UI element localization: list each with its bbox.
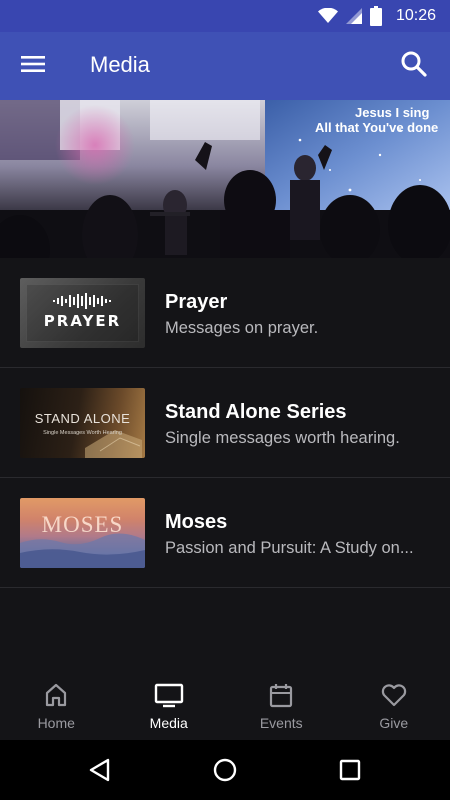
nav-label: Home	[37, 715, 75, 731]
item-title: Moses	[165, 511, 228, 533]
recents-button[interactable]	[334, 754, 366, 786]
back-button[interactable]	[84, 754, 116, 786]
heart-icon	[381, 684, 406, 707]
system-navigation-bar	[0, 740, 450, 800]
nav-label: Give	[379, 715, 409, 731]
back-icon	[89, 758, 110, 782]
menu-icon	[21, 56, 45, 72]
thumbnail-moses: MOSES	[20, 498, 145, 568]
menu-button[interactable]	[20, 54, 50, 80]
nav-label: Events	[259, 715, 303, 731]
thumbnail-sublabel: Single Messages Worth Hearing	[43, 430, 122, 436]
list-item-moses[interactable]: MOSES Moses Passion and Pursuit: A Study…	[0, 478, 450, 588]
status-bar: 10:26	[0, 0, 450, 32]
home-icon	[46, 683, 67, 707]
circle-home-icon	[213, 758, 237, 782]
thumbnail-stand-alone: STAND ALONE Single Messages Worth Hearin…	[20, 388, 145, 458]
screen-lyric-line2: All that You've done	[315, 120, 438, 135]
nav-label: Media	[149, 715, 188, 731]
bottom-navigation: Home Media Events Give	[0, 672, 450, 740]
thumbnail-label: STAND ALONE	[34, 411, 131, 426]
thumbnail-prayer: PRAYER	[20, 278, 145, 348]
nav-media[interactable]: Media	[113, 672, 226, 740]
calendar-icon	[270, 684, 293, 708]
signal-icon	[345, 8, 362, 24]
item-subtitle: Passion and Pursuit: A Study on...	[165, 539, 414, 557]
worship-photo: Jesus I sing All that You've done	[0, 100, 450, 258]
item-subtitle: Messages on prayer.	[165, 319, 319, 337]
hero-banner: Jesus I sing All that You've done	[0, 100, 450, 258]
nav-give[interactable]: Give	[338, 672, 450, 740]
wifi-icon	[317, 8, 338, 23]
recents-icon	[339, 759, 361, 781]
tv-icon	[154, 683, 183, 708]
item-subtitle: Single messages worth hearing.	[165, 429, 400, 447]
battery-icon	[369, 6, 382, 26]
list-item-prayer[interactable]: PRAYER Prayer Messages on prayer.	[0, 258, 450, 368]
item-title: Prayer	[165, 291, 228, 313]
nav-home[interactable]: Home	[0, 672, 113, 740]
media-list: PRAYER Prayer Messages on prayer. STAND …	[0, 258, 450, 588]
nav-events[interactable]: Events	[225, 672, 338, 740]
page-title: Media	[90, 52, 150, 77]
waveform-icon	[53, 293, 111, 309]
thumbnail-label: MOSES	[41, 512, 124, 537]
status-time: 10:26	[395, 7, 436, 24]
search-icon	[401, 51, 427, 77]
screen-lyric-line1: Jesus I sing	[355, 105, 429, 120]
home-system-button[interactable]	[209, 754, 241, 786]
app-bar: Media	[0, 32, 450, 100]
thumbnail-label: PRAYER	[43, 312, 122, 330]
item-title: Stand Alone Series	[165, 401, 347, 423]
list-item-stand-alone-series[interactable]: STAND ALONE Single Messages Worth Hearin…	[0, 368, 450, 478]
search-button[interactable]	[400, 50, 430, 80]
